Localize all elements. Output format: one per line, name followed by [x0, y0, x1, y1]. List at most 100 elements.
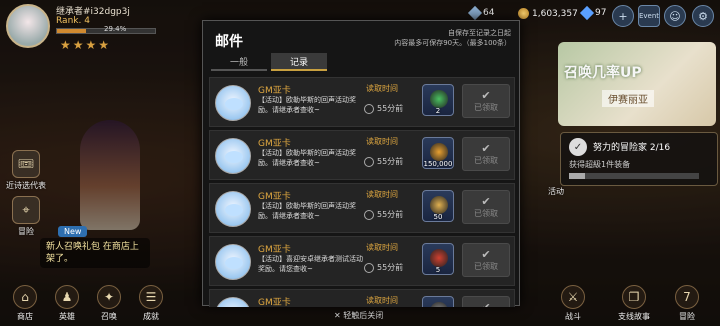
mail-time-text: 55分前 — [377, 210, 404, 219]
received-time-label: 读取时间 — [366, 243, 398, 252]
player-avatar[interactable] — [6, 4, 50, 48]
claimed-label: 已领取 — [474, 103, 498, 112]
sender-avatar — [215, 297, 251, 307]
mail-row[interactable]: GM亚卡 【活动】喜迎安卓继承者测试活动奖励。请您查收~ 读取时间 55分前 5 ✔ 已领取 — [209, 236, 515, 286]
reward-item[interactable]: 2 — [422, 84, 454, 116]
reward-item[interactable] — [422, 296, 454, 307]
nav-summon[interactable]: ✦ 召唤 — [94, 285, 124, 322]
left-menu-label-2: 冒险 — [18, 227, 34, 236]
claimed-label: 已领取 — [474, 156, 498, 165]
gem-icon — [579, 5, 595, 21]
mail-message: 【活动】欧勒毕斯的回声活动奖励。请继承者查收~ — [258, 96, 356, 114]
reward-item-icon — [430, 90, 448, 108]
claimed-button[interactable]: ✔已领取 — [462, 190, 510, 224]
mail-dialog: 邮件 自保存至记录之日起 内容最多可保存90天。（最多100条） 一般 记录 G… — [202, 20, 520, 307]
sender-avatar-face — [225, 151, 243, 163]
sender-avatar-face — [225, 204, 243, 216]
nav-achievement[interactable]: ☰ 成就 — [136, 285, 166, 322]
mail-row[interactable]: GM亚卡 读取时间 ✔已领取 — [209, 289, 515, 307]
adventure-icon: 7 — [675, 285, 699, 309]
mail-retention-note: 自保存至记录之日起 内容最多可保存90天。（最多100条） — [394, 28, 511, 48]
check-icon: ✔ — [481, 248, 491, 261]
claimed-button[interactable]: ✔已领取 — [462, 137, 510, 171]
reward-item-icon — [430, 302, 448, 307]
chat-icon[interactable]: ☺ — [664, 5, 686, 27]
close-hint[interactable]: ✕ 轻触后关闭 — [334, 310, 383, 321]
new-badge: New — [58, 226, 88, 237]
side-label-event: 活动 — [548, 187, 564, 196]
nav-adventure-label: 冒险 — [679, 312, 695, 321]
reward-item-icon — [430, 196, 448, 214]
reward-item[interactable]: 5 — [422, 243, 454, 275]
swords-icon: ⚔ — [561, 285, 585, 309]
stamina-value: 64 — [483, 8, 495, 18]
check-icon: ✔ — [481, 195, 491, 208]
reward-quantity: 50 — [433, 213, 443, 221]
stamina-counter[interactable]: 64 — [467, 5, 495, 21]
summon-notice[interactable]: 新人召唤礼包 在商店上架了。 — [40, 238, 150, 268]
gold-counter[interactable]: 1,603,357 — [518, 8, 578, 19]
nav-shop-label: 商店 — [17, 312, 33, 321]
mail-time: 55分前 — [364, 209, 403, 220]
nav-side-story[interactable]: ❐ 支线故事 — [612, 285, 656, 322]
mail-message: 【活动】喜迎安卓继承者测试活动奖励。请您查收~ — [258, 255, 363, 273]
event-button[interactable]: Event — [638, 5, 660, 27]
mail-title: 邮件 — [215, 34, 243, 50]
sender-avatar — [215, 191, 251, 227]
book-icon: ❐ — [622, 285, 646, 309]
quest-panel[interactable]: ✓ 努力的冒险家 2/16 获得超級1件装备 — [560, 132, 718, 186]
hero-icon: ♟ — [55, 285, 79, 309]
mail-time-text: 55分前 — [377, 263, 404, 272]
nav-side-story-label: 支线故事 — [618, 312, 650, 321]
check-icon: ✔ — [481, 301, 490, 307]
mail-time: 55分前 — [364, 103, 403, 114]
mail-row[interactable]: GM亚卡 【活动】欧勒毕斯的回声活动奖励。请继承者查收~ 读取时间 55分前 150,0… — [209, 130, 515, 180]
close-hint-text: 轻触后关闭 — [343, 311, 384, 320]
gold-coin-icon — [518, 8, 529, 19]
quest-icon: ✓ — [569, 138, 587, 156]
received-time-label: 读取时间 — [366, 296, 398, 305]
mail-message: 【活动】欧勒毕斯的回声活动奖励。请继承者查收~ — [258, 202, 356, 220]
mail-time-text: 55分前 — [377, 157, 404, 166]
quest-desc: 获得超級1件装备 — [569, 160, 631, 169]
mail-list[interactable]: GM亚卡 【活动】欧勒毕斯的回声活动奖励。请继承者查收~ 读取时间 55分前 2 ✔ 已领取… — [209, 77, 515, 307]
map-icon[interactable]: ⌖ — [12, 196, 40, 224]
ticket-icon[interactable]: 🎟 — [12, 150, 40, 178]
stamina-icon — [467, 5, 483, 21]
nav-hero[interactable]: ♟ 英雄 — [52, 285, 82, 322]
gem-counter[interactable]: 97 — [579, 5, 607, 21]
received-time-label: 读取时间 — [366, 190, 398, 199]
claimed-button[interactable]: ✔已领取 — [462, 243, 510, 277]
event-label: Event — [638, 12, 660, 20]
add-icon[interactable]: + — [612, 5, 634, 27]
summon-icon: ✦ — [97, 285, 121, 309]
settings-icon[interactable]: ⚙ — [692, 5, 714, 27]
reward-item[interactable]: 50 — [422, 190, 454, 222]
sender-avatar-face — [225, 98, 243, 110]
left-menu-label-1: 近诗选代表 — [6, 181, 46, 190]
gem-value: 97 — [595, 8, 607, 18]
mail-row[interactable]: GM亚卡 【活动】欧勒毕斯的回声活动奖励。请继承者查收~ 读取时间 55分前 50 ✔ 已领… — [209, 183, 515, 233]
claimed-button[interactable]: ✔已领取 — [462, 84, 510, 118]
banner-subtitle: 伊赛丽亚 — [602, 90, 654, 107]
quest-progress-fill — [569, 173, 586, 179]
nav-battle[interactable]: ⚔ 战斗 — [558, 285, 588, 322]
mail-row[interactable]: GM亚卡 【活动】欧勒毕斯的回声活动奖励。请继承者查收~ 读取时间 55分前 2 ✔ 已领取 — [209, 77, 515, 127]
nav-shop[interactable]: ⌂ 商店 — [10, 285, 40, 322]
nav-summon-label: 召唤 — [101, 312, 117, 321]
sender-avatar-face — [225, 257, 243, 269]
reward-quantity: 150,000 — [423, 160, 453, 168]
clock-icon — [364, 103, 374, 114]
reward-item[interactable]: 150,000 — [422, 137, 454, 169]
nav-adventure[interactable]: 7 冒险 — [672, 285, 702, 322]
xp-bar-fill — [57, 29, 86, 33]
check-icon: ✔ — [481, 89, 491, 102]
claimed-button[interactable]: ✔已领取 — [462, 296, 510, 307]
summon-rate-up-banner[interactable]: 召唤几率UP 伊赛丽亚 — [558, 42, 716, 126]
reward-quantity: 5 — [435, 266, 441, 274]
quest-title: 努力的冒险家 2/16 — [593, 143, 671, 153]
nav-achievement-label: 成就 — [143, 312, 159, 321]
sender-avatar — [215, 138, 251, 174]
tab-records[interactable]: 记录 — [271, 53, 327, 71]
tab-general[interactable]: 一般 — [211, 53, 267, 71]
